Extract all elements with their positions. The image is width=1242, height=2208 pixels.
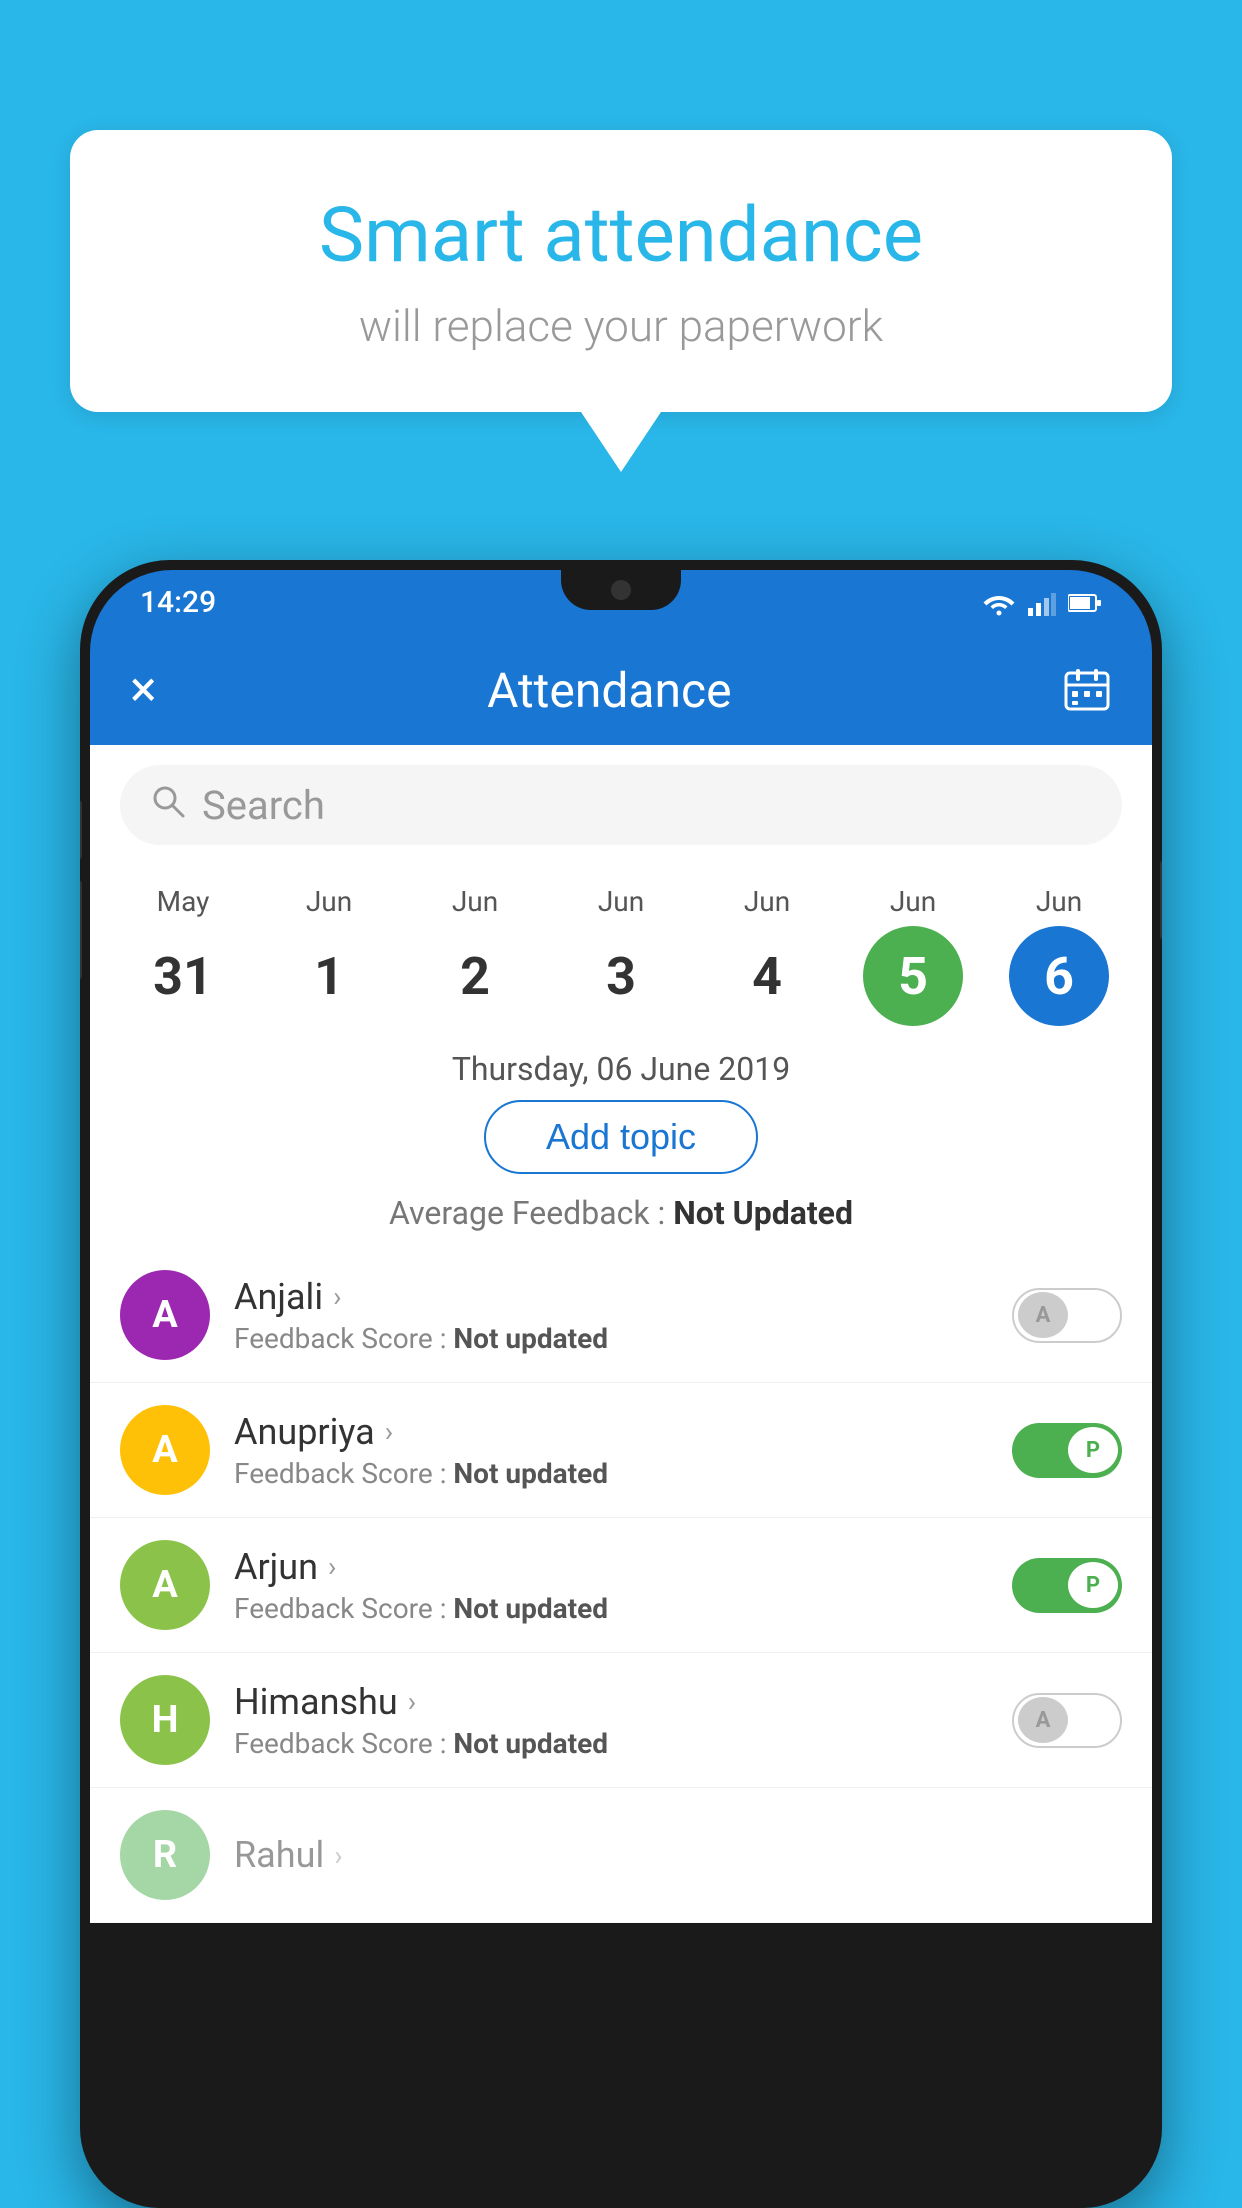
student-avatar-himanshu: H <box>120 1675 210 1765</box>
student-name-partial: Rahul <box>234 1834 324 1876</box>
feedback-value-anupriya: Not updated <box>453 1457 608 1490</box>
student-avatar-anjali: A <box>120 1270 210 1360</box>
calendar-day-1[interactable]: Jun 1 <box>269 885 389 1026</box>
student-name-arjun: Arjun <box>234 1546 318 1588</box>
chevron-right-icon: › <box>334 1839 342 1872</box>
calendar-day-2[interactable]: Jun 2 <box>415 885 535 1026</box>
feedback-prefix-anjali: Feedback Score : <box>234 1322 453 1355</box>
chevron-right-icon: › <box>328 1550 336 1583</box>
student-row[interactable]: A Arjun › Feedback Score : Not updated <box>90 1518 1152 1653</box>
search-icon <box>150 783 186 828</box>
average-feedback: Average Feedback : Not Updated <box>90 1194 1152 1232</box>
speech-bubble-tail <box>581 412 661 472</box>
student-name-anupriya: Anupriya <box>234 1411 375 1453</box>
feedback-prefix-anupriya: Feedback Score : <box>234 1457 453 1490</box>
chevron-right-icon: › <box>408 1685 416 1718</box>
add-topic-button[interactable]: Add topic <box>484 1100 758 1174</box>
status-bar-time: 14:29 <box>140 585 216 620</box>
feedback-prefix-himanshu: Feedback Score : <box>234 1727 453 1760</box>
wifi-icon <box>982 590 1016 616</box>
student-row[interactable]: A Anjali › Feedback Score : Not updated <box>90 1248 1152 1383</box>
speech-bubble-title: Smart attendance <box>150 190 1092 280</box>
student-row[interactable]: A Anupriya › Feedback Score : Not update… <box>90 1383 1152 1518</box>
average-feedback-value: Not Updated <box>673 1194 853 1232</box>
search-bar[interactable]: Search <box>120 765 1122 845</box>
attendance-toggle-anupriya[interactable]: P <box>1012 1423 1122 1478</box>
power-button <box>1160 860 1162 940</box>
attendance-toggle-arjun[interactable]: P <box>1012 1558 1122 1613</box>
student-name-himanshu: Himanshu <box>234 1681 398 1723</box>
signal-icon <box>1028 590 1056 616</box>
student-info-partial: Rahul › <box>234 1834 1122 1876</box>
speech-bubble-box: Smart attendance will replace your paper… <box>70 130 1172 412</box>
selected-date-label: Thursday, 06 June 2019 <box>90 1050 1152 1088</box>
average-feedback-prefix: Average Feedback : <box>389 1194 665 1232</box>
student-row[interactable]: H Himanshu › Feedback Score : Not update… <box>90 1653 1152 1788</box>
student-info-himanshu: Himanshu › Feedback Score : Not updated <box>234 1681 988 1760</box>
speech-bubble: Smart attendance will replace your paper… <box>70 130 1172 472</box>
phone-frame: 14:29 <box>80 560 1162 2208</box>
student-info-arjun: Arjun › Feedback Score : Not updated <box>234 1546 988 1625</box>
calendar-day-0[interactable]: May 31 <box>123 885 243 1026</box>
student-avatar-arjun: A <box>120 1540 210 1630</box>
chevron-right-icon: › <box>333 1280 341 1313</box>
close-button[interactable]: × <box>130 661 157 719</box>
phone-screen: 14:29 <box>90 570 1152 2208</box>
speech-bubble-subtitle: will replace your paperwork <box>150 300 1092 352</box>
student-list: A Anjali › Feedback Score : Not updated <box>90 1248 1152 1923</box>
student-info-anupriya: Anupriya › Feedback Score : Not updated <box>234 1411 988 1490</box>
volume-down-button <box>80 880 82 980</box>
search-input[interactable]: Search <box>202 782 1092 829</box>
feedback-value-himanshu: Not updated <box>453 1727 608 1760</box>
front-camera <box>611 580 631 600</box>
attendance-toggle-himanshu[interactable]: A <box>1012 1693 1122 1748</box>
calendar-day-5[interactable]: Jun 5 <box>853 885 973 1026</box>
calendar-day-4[interactable]: Jun 4 <box>707 885 827 1026</box>
student-avatar-anupriya: A <box>120 1405 210 1495</box>
feedback-prefix-arjun: Feedback Score : <box>234 1592 453 1625</box>
app-bar-title: Attendance <box>487 662 732 719</box>
feedback-value-arjun: Not updated <box>453 1592 608 1625</box>
status-bar-icons <box>982 590 1102 616</box>
calendar-row: May 31 Jun 1 Jun 2 Jun 3 Jun 4 <box>90 865 1152 1026</box>
status-bar: 14:29 <box>90 570 1152 635</box>
screen-content: Search May 31 Jun 1 Jun 2 Jun <box>90 745 1152 1923</box>
chevron-right-icon: › <box>385 1415 393 1448</box>
app-bar: × Attendance <box>90 635 1152 745</box>
calendar-day-3[interactable]: Jun 3 <box>561 885 681 1026</box>
student-avatar-partial: R <box>120 1810 210 1900</box>
attendance-toggle-anjali[interactable]: A <box>1012 1288 1122 1343</box>
notch <box>561 570 681 610</box>
calendar-icon[interactable] <box>1062 665 1112 715</box>
student-row-partial[interactable]: R Rahul › <box>90 1788 1152 1923</box>
calendar-day-6[interactable]: Jun 6 <box>999 885 1119 1026</box>
feedback-value-anjali: Not updated <box>453 1322 608 1355</box>
battery-icon <box>1068 593 1102 613</box>
student-name-anjali: Anjali <box>234 1276 323 1318</box>
volume-up-button <box>80 800 82 860</box>
student-info-anjali: Anjali › Feedback Score : Not updated <box>234 1276 988 1355</box>
